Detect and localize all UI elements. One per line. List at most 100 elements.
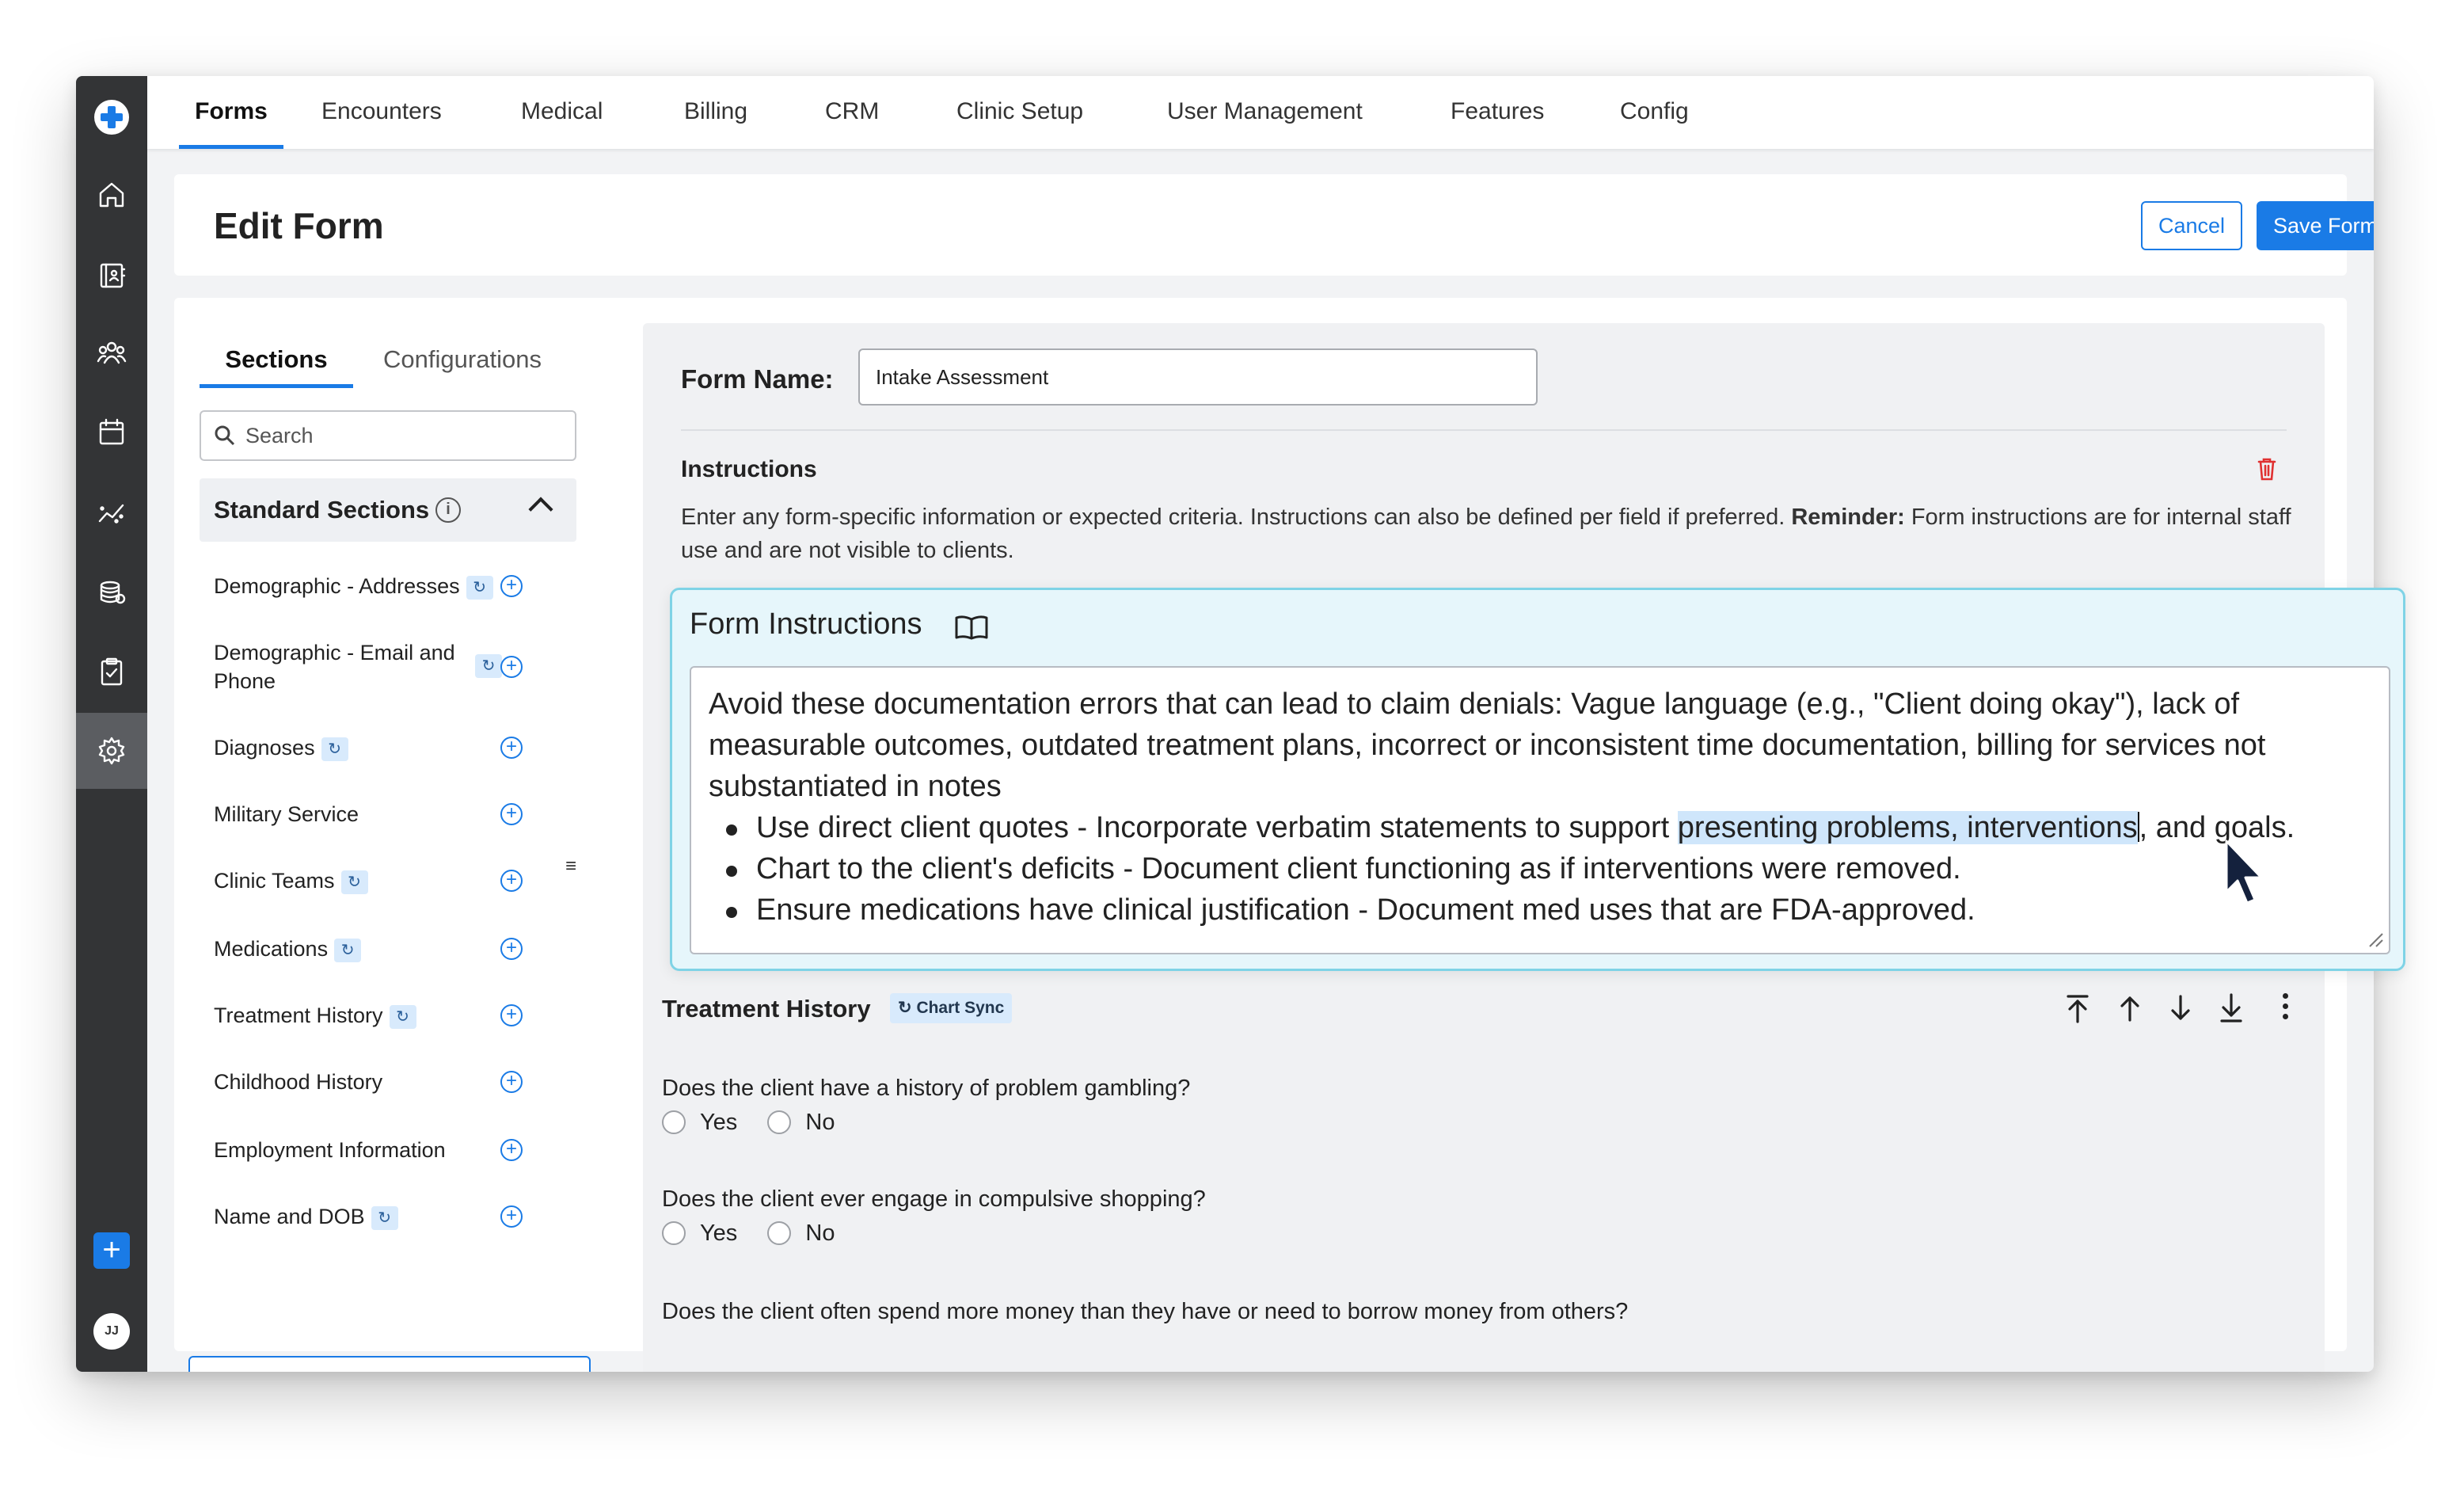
sync-icon xyxy=(475,654,502,678)
standard-sections-title: Standard Sections xyxy=(214,496,430,524)
section-item-label: Demographic - Email and Phone xyxy=(214,641,455,693)
move-up-icon[interactable] xyxy=(2114,992,2146,1025)
radio-no[interactable] xyxy=(767,1221,792,1246)
section-item-demographic-email-phone: Demographic - Email and Phone xyxy=(214,638,475,695)
tab-medical[interactable]: Medical xyxy=(521,76,603,149)
clipboard-icon[interactable] xyxy=(76,634,147,710)
avatar[interactable]: JJ xyxy=(93,1313,130,1350)
tab-features[interactable]: Features xyxy=(1451,76,1544,149)
add-section-icon[interactable]: + xyxy=(500,737,523,759)
search-input[interactable]: Search xyxy=(200,410,576,461)
cancel-button[interactable]: Cancel xyxy=(2141,201,2242,250)
analytics-icon[interactable] xyxy=(76,475,147,551)
instructions-paragraph: Avoid these documentation errors that ca… xyxy=(709,687,2266,803)
drag-handle-icon[interactable]: ≡ xyxy=(565,855,576,878)
divider xyxy=(681,429,2287,431)
chevron-up-icon[interactable] xyxy=(528,497,553,522)
calendar-icon[interactable] xyxy=(76,394,147,470)
tab-billing[interactable]: Billing xyxy=(684,76,747,149)
radio-no[interactable] xyxy=(767,1110,792,1135)
top-navigation: Forms Encounters Medical Billing CRM Cli… xyxy=(147,76,2374,149)
move-to-bottom-icon[interactable] xyxy=(2215,992,2247,1025)
more-options-icon[interactable] xyxy=(2282,993,2290,1025)
page-header: Edit Form Cancel Save Form xyxy=(174,174,2374,276)
tab-config[interactable]: Config xyxy=(1620,76,1689,149)
sync-icon xyxy=(334,938,362,962)
radio-yes[interactable] xyxy=(662,1110,686,1135)
sync-icon xyxy=(466,575,493,600)
move-to-top-icon[interactable] xyxy=(2062,992,2093,1025)
users-icon[interactable] xyxy=(76,315,147,391)
section-item-label: Medications xyxy=(214,937,329,961)
sync-icon xyxy=(389,1004,416,1029)
add-section-icon[interactable]: + xyxy=(500,938,523,960)
sync-icon xyxy=(340,870,368,894)
resize-handle-icon[interactable] xyxy=(2367,931,2384,948)
section-item-label: Clinic Teams xyxy=(214,869,335,893)
radio-group: Yes No xyxy=(662,1109,858,1136)
section-item-label: Demographic - Addresses xyxy=(214,574,460,598)
form-name-input[interactable]: Intake Assessment xyxy=(858,348,1538,406)
list-item: Use direct client quotes - Incorporate v… xyxy=(724,807,2371,848)
sync-icon xyxy=(371,1205,398,1230)
billing-stack-icon[interactable] xyxy=(76,554,147,630)
tab-crm[interactable]: CRM xyxy=(825,76,879,149)
radio-group: Yes No xyxy=(662,1220,858,1247)
chart-sync-badge: ↻ Chart Sync xyxy=(890,993,1013,1023)
list-item: Chart to the client's deficits - Documen… xyxy=(724,848,2371,889)
tab-configurations[interactable]: Configurations xyxy=(367,337,557,388)
contacts-icon[interactable] xyxy=(76,238,147,314)
app-logo[interactable] xyxy=(94,100,129,135)
add-section-icon[interactable]: + xyxy=(500,1205,523,1228)
add-section-icon[interactable]: + xyxy=(500,870,523,892)
mouse-cursor-icon xyxy=(2225,840,2263,904)
move-down-icon[interactable] xyxy=(2165,992,2196,1025)
search-placeholder: Search xyxy=(245,424,314,447)
form-instructions-panel: Form Instructions Avoid these documentat… xyxy=(670,588,2405,971)
form-instructions-editor[interactable]: Avoid these documentation errors that ca… xyxy=(690,666,2390,954)
sections-sidebar: Sections Configurations Search Standard … xyxy=(174,298,618,1351)
form-name-label: Form Name: xyxy=(681,364,834,394)
search-icon xyxy=(215,425,235,446)
trash-icon[interactable] xyxy=(2257,456,2277,482)
section-item-label: Name and DOB xyxy=(214,1205,365,1228)
section-title: Treatment History xyxy=(662,995,871,1022)
list-item: Ensure medications have clinical justifi… xyxy=(724,889,2371,931)
tab-sections[interactable]: Sections xyxy=(200,337,353,388)
add-section-icon[interactable]: + xyxy=(500,1139,523,1161)
text-selection: presenting problems, interventions xyxy=(1677,811,2138,844)
new-custom-section-button[interactable]: New Custom Section xyxy=(188,1356,591,1372)
add-section-icon[interactable]: + xyxy=(500,1071,523,1093)
page-title: Edit Form xyxy=(214,205,384,246)
radio-yes[interactable] xyxy=(662,1221,686,1246)
add-button[interactable]: + xyxy=(93,1232,130,1269)
section-item-label: Treatment History xyxy=(214,1003,383,1027)
section-item-label: Diagnoses xyxy=(214,736,315,760)
save-form-button[interactable]: Save Form xyxy=(2257,201,2374,250)
book-icon xyxy=(955,615,988,640)
section-item-label: Employment Information xyxy=(214,1138,446,1162)
add-section-icon[interactable]: + xyxy=(500,803,523,825)
instructions-text: Enter any form-specific information or e… xyxy=(681,505,2291,563)
add-section-icon[interactable]: + xyxy=(500,575,523,597)
section-item-label: Childhood History xyxy=(214,1070,383,1094)
tab-user-management[interactable]: User Management xyxy=(1167,76,1363,149)
home-icon[interactable] xyxy=(76,157,147,233)
tab-forms[interactable]: Forms xyxy=(179,76,283,149)
settings-icon[interactable] xyxy=(76,713,147,789)
info-icon[interactable]: i xyxy=(435,497,461,523)
instructions-title: Instructions xyxy=(681,456,817,482)
section-item-label: Military Service xyxy=(214,802,359,826)
question-label: Does the client often spend more money t… xyxy=(662,1299,1629,1324)
add-section-icon[interactable]: + xyxy=(500,656,523,678)
tab-encounters[interactable]: Encounters xyxy=(321,76,442,149)
sync-icon xyxy=(321,737,348,761)
add-section-icon[interactable]: + xyxy=(500,1004,523,1026)
question-label: Does the client have a history of proble… xyxy=(662,1076,1191,1101)
standard-sections-header[interactable]: Standard Sections i xyxy=(200,478,576,542)
left-rail: + JJ xyxy=(76,76,147,1372)
instructions-list: Use direct client quotes - Incorporate v… xyxy=(709,807,2371,931)
tab-clinic-setup[interactable]: Clinic Setup xyxy=(956,76,1083,149)
question-label: Does the client ever engage in compulsiv… xyxy=(662,1186,1206,1212)
form-instructions-title: Form Instructions xyxy=(690,607,922,641)
